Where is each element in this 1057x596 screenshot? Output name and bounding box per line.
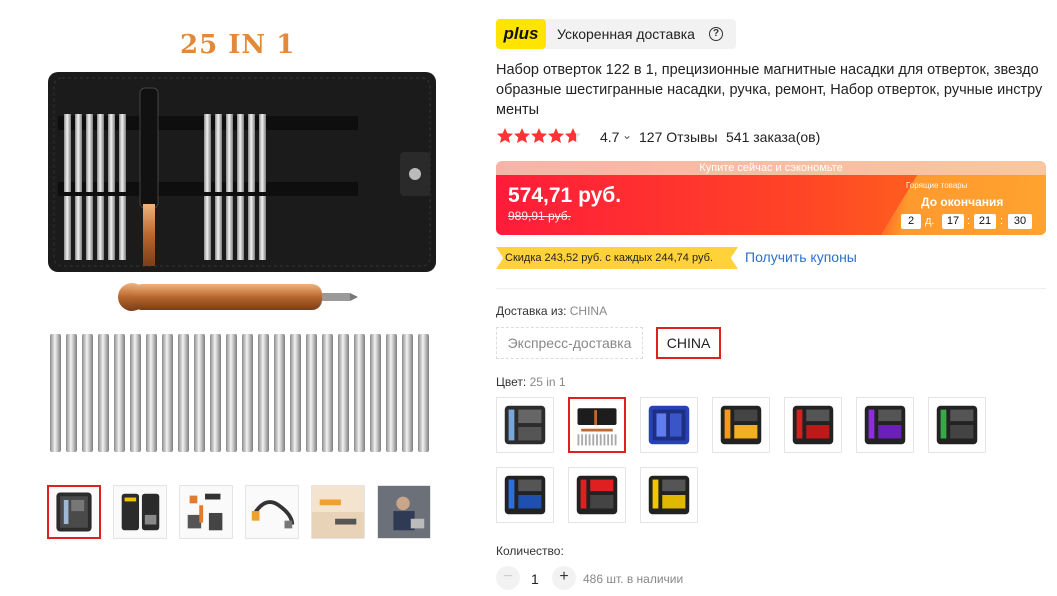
star-icon	[531, 128, 547, 143]
kit-black-image	[56, 492, 92, 532]
fast-delivery-badge[interactable]: plus Ускоренная доставка ?	[496, 19, 736, 49]
kit-green-image	[936, 405, 978, 445]
kit-yellow-image	[121, 493, 160, 531]
kit-black-blue-image	[504, 405, 546, 445]
countdown-hours: 17	[942, 214, 964, 229]
repair-scene-image	[378, 486, 430, 538]
coupon-tag: Скидка 243,52 руб. с каждых 244,74 руб.	[496, 247, 738, 269]
usage-image	[312, 486, 364, 538]
color-swatch-6[interactable]	[856, 397, 914, 453]
price-box: 574,71 руб. 989,91 руб. Горящие товары Д…	[496, 175, 1046, 235]
fast-delivery-text: Ускоренная доставка	[557, 26, 695, 42]
color-swatch-5[interactable]	[784, 397, 842, 453]
countdown-minutes: 21	[974, 214, 996, 229]
quantity-value[interactable]: 1	[531, 571, 539, 587]
plus-logo: plus	[496, 19, 546, 49]
shipping-option-express[interactable]: Экспресс-доставка	[496, 327, 643, 359]
quantity-minus-button[interactable]: −	[496, 566, 520, 590]
orders-count: 541 заказа(ов)	[726, 129, 821, 145]
hot-deals-label: Горящие товары	[906, 181, 968, 190]
reviews-link[interactable]: 127 Отзывы	[639, 129, 718, 145]
time-separator: :	[1000, 215, 1004, 227]
thumbnail-6[interactable]	[377, 485, 431, 539]
kit-red-image	[792, 405, 834, 445]
kit-blue-black-image	[504, 475, 546, 515]
color-swatch-4[interactable]	[712, 397, 770, 453]
color-label: Цвет: 25 in 1	[496, 375, 566, 389]
countdown-seconds: 30	[1008, 214, 1032, 229]
main-product-image[interactable]: 25 IN 1	[40, 16, 440, 468]
shipping-option-china[interactable]: CHINA	[656, 327, 721, 359]
star-rating	[497, 128, 581, 143]
shipping-label-text: Доставка из:	[496, 304, 570, 318]
color-swatch-1[interactable]	[496, 397, 554, 453]
promo-strip: Купите сейчас и сэкономьте	[496, 161, 1046, 175]
color-label-text: Цвет:	[496, 375, 530, 389]
time-separator: :	[967, 215, 971, 227]
color-swatch-3[interactable]	[640, 397, 698, 453]
current-price: 574,71 руб.	[508, 184, 622, 207]
thumbnail-3[interactable]	[179, 485, 233, 539]
color-value: 25 in 1	[529, 375, 566, 389]
kit-purple-image	[864, 405, 906, 445]
color-swatch-8[interactable]	[496, 467, 554, 523]
color-swatch-2[interactable]	[568, 397, 626, 453]
get-coupons-link[interactable]: Получить купоны	[745, 249, 857, 265]
product-title: Набор отверток 122 в 1, прецизионные маг…	[496, 62, 1043, 118]
kit-25in1-image	[577, 408, 617, 446]
quantity-label: Количество:	[496, 544, 564, 558]
color-swatch-9[interactable]	[568, 467, 626, 523]
kit-orange-image	[720, 405, 762, 445]
countdown-days: 2	[901, 214, 921, 229]
tools-parts-image	[187, 493, 223, 531]
thumbnail-2[interactable]	[113, 485, 167, 539]
stock-count: 486 шт. в наличии	[583, 572, 684, 586]
question-circle-icon[interactable]: ?	[709, 27, 723, 41]
countdown-label: До окончания	[921, 195, 1004, 209]
screwdriver-kit-illustration	[48, 72, 436, 452]
quantity-plus-button[interactable]: +	[552, 566, 576, 590]
rating-value[interactable]: 4.7	[600, 129, 619, 145]
kit-blue-image	[648, 405, 690, 445]
kit-red-black-image	[576, 475, 618, 515]
star-icon	[497, 128, 513, 143]
old-price: 989,91 руб.	[508, 209, 571, 223]
shipping-value: CHINA	[569, 304, 608, 318]
thumbnail-5[interactable]	[311, 485, 365, 539]
divider	[496, 288, 1046, 289]
color-swatch-10[interactable]	[640, 467, 698, 523]
shipping-from-label: Доставка из: CHINA	[496, 304, 607, 318]
chevron-down-icon[interactable]: ⌄	[622, 128, 632, 142]
star-icon	[548, 128, 564, 143]
thumbnail-1[interactable]	[47, 485, 101, 539]
thumbnail-4[interactable]	[245, 485, 299, 539]
flex-shaft-image	[251, 500, 295, 529]
days-unit: д.	[925, 215, 935, 227]
star-icon	[514, 128, 530, 143]
product-page: 25 IN 1 plus Ускоренная доставка ? Набор…	[0, 0, 1057, 596]
color-swatch-7[interactable]	[928, 397, 986, 453]
star-half-icon	[565, 128, 581, 143]
kit-yellow-black-image	[648, 475, 690, 515]
